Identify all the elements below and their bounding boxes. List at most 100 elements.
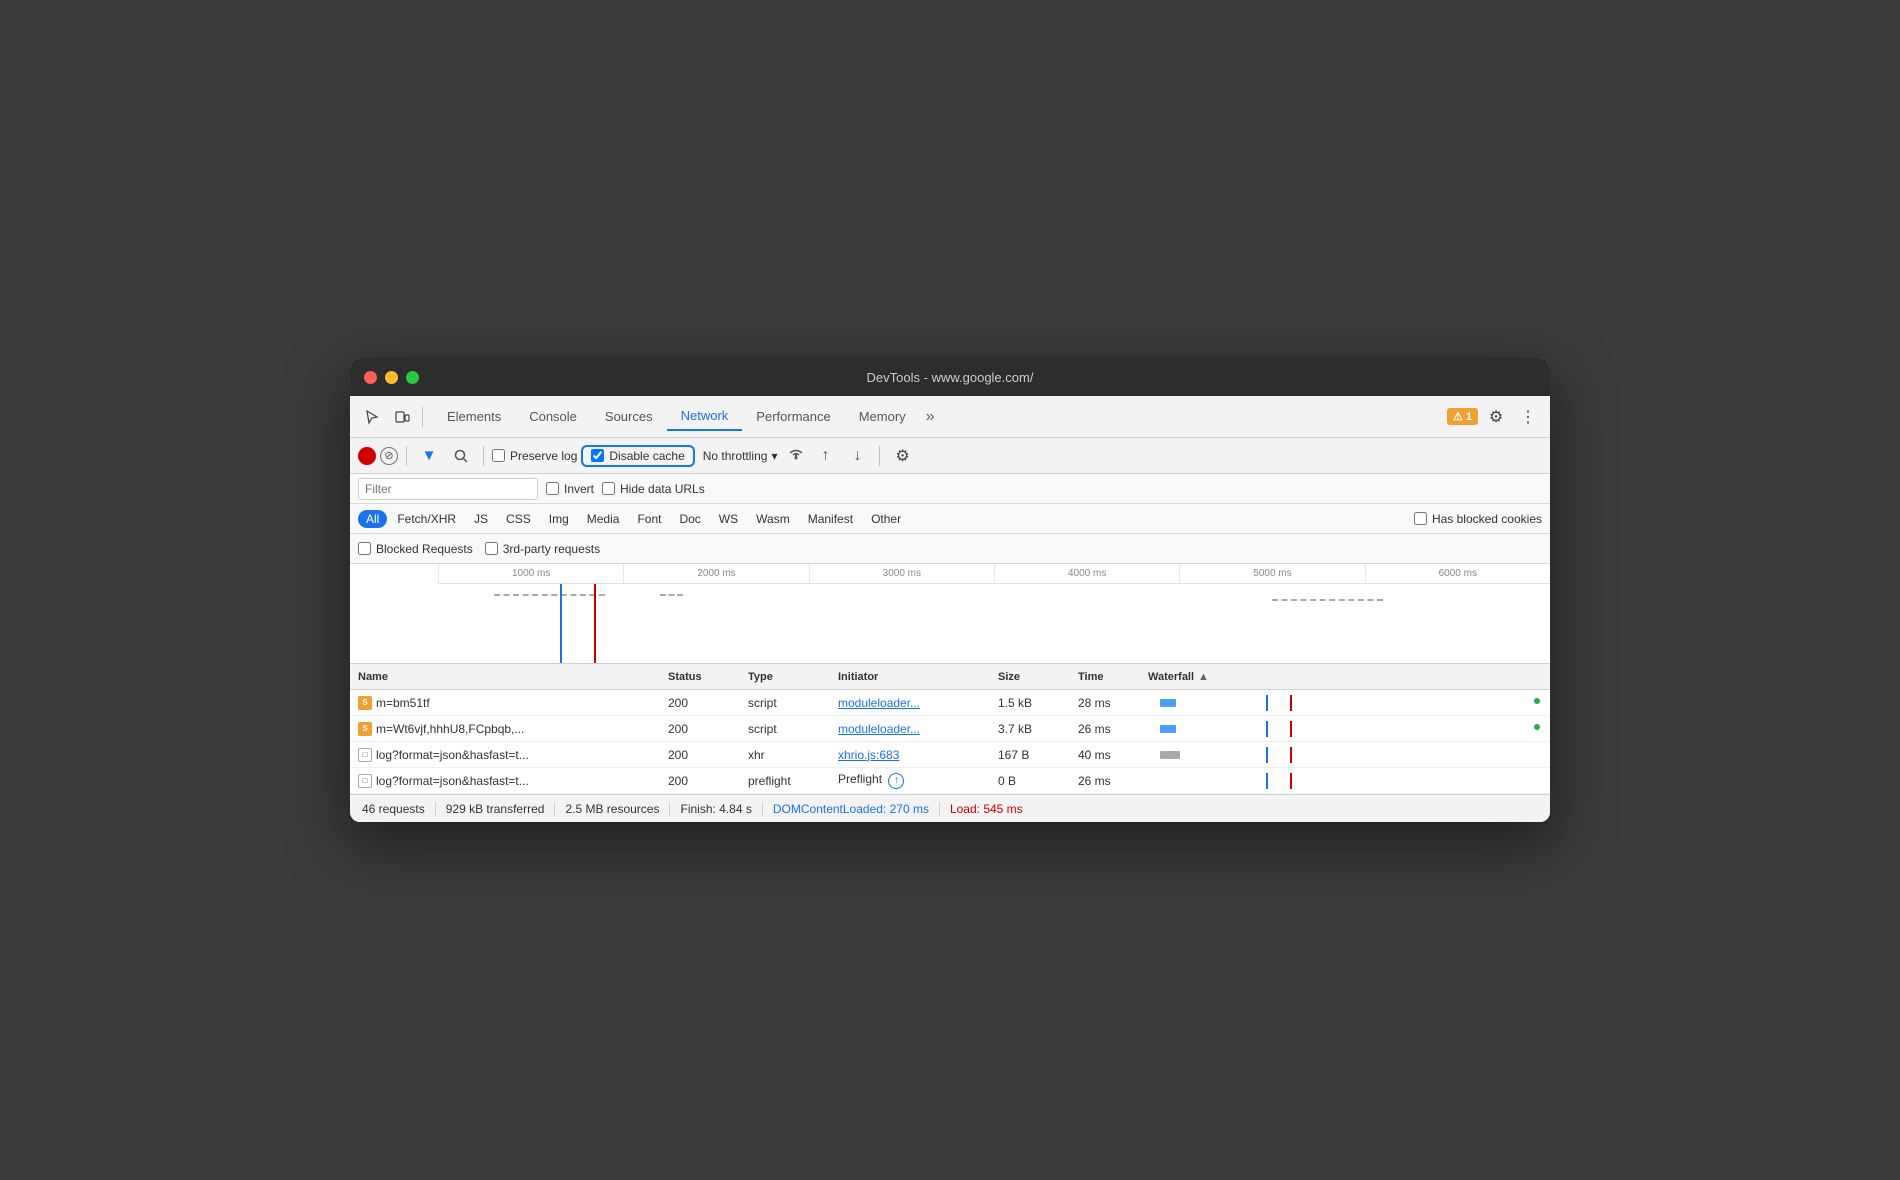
clear-button[interactable]: ⊘ bbox=[380, 447, 398, 465]
tab-more-button[interactable]: » bbox=[920, 404, 941, 430]
record-button[interactable] bbox=[358, 447, 376, 465]
notification-count: 1 bbox=[1466, 411, 1472, 423]
xhr-icon: □ bbox=[358, 774, 372, 788]
third-party-requests-label[interactable]: 3rd-party requests bbox=[485, 542, 600, 556]
device-icon bbox=[394, 409, 410, 425]
row-4-type: preflight bbox=[740, 774, 830, 788]
preserve-log-label[interactable]: Preserve log bbox=[492, 449, 577, 463]
header-status[interactable]: Status bbox=[660, 671, 740, 683]
table-row[interactable]: S m=Wt6vjf,hhhU8,FCpbqb,... 200 script m… bbox=[350, 716, 1550, 742]
wf-vline-blue-2 bbox=[1266, 721, 1268, 737]
disable-cache-wrapper: Disable cache bbox=[581, 445, 694, 467]
network-toolbar-divider-3 bbox=[879, 446, 880, 466]
tab-memory[interactable]: Memory bbox=[845, 403, 920, 430]
blocked-requests-checkbox[interactable] bbox=[358, 542, 371, 555]
hide-data-urls-checkbox[interactable] bbox=[602, 482, 615, 495]
row-4-size: 0 B bbox=[990, 774, 1070, 788]
minimize-button[interactable] bbox=[385, 371, 398, 384]
tab-performance[interactable]: Performance bbox=[742, 403, 844, 430]
inspect-element-button[interactable] bbox=[358, 403, 386, 431]
timeline-ruler: 1000 ms 2000 ms 3000 ms 4000 ms 5000 ms … bbox=[438, 564, 1550, 584]
devtools-window: DevTools - www.google.com/ Elements Cons… bbox=[350, 358, 1550, 822]
status-dom-content-loaded: DOMContentLoaded: 270 ms bbox=[763, 802, 940, 816]
network-settings-button[interactable]: ⚙ bbox=[888, 442, 916, 470]
row-2-name-cell: S m=Wt6vjf,hhhU8,FCpbqb,... bbox=[350, 722, 660, 736]
third-party-requests-checkbox[interactable] bbox=[485, 542, 498, 555]
header-name[interactable]: Name bbox=[350, 671, 660, 683]
filter-input[interactable] bbox=[358, 478, 538, 500]
dom-content-loaded-line bbox=[560, 584, 562, 663]
type-filter-bar: All Fetch/XHR JS CSS Img Media Font Doc … bbox=[350, 504, 1550, 534]
table-header: Name Status Type Initiator Size Time Wat… bbox=[350, 664, 1550, 690]
wf-vline-red-2 bbox=[1290, 721, 1292, 737]
row-2-size: 3.7 kB bbox=[990, 722, 1070, 736]
export-har-button[interactable]: ↓ bbox=[843, 442, 871, 470]
table-body: S m=bm51tf 200 script moduleloader... 1.… bbox=[350, 690, 1550, 794]
more-menu-button[interactable]: ⋮ bbox=[1514, 403, 1542, 431]
search-button[interactable] bbox=[447, 442, 475, 470]
type-filter-all[interactable]: All bbox=[358, 510, 387, 528]
row-2-status: 200 bbox=[660, 722, 740, 736]
type-filter-manifest[interactable]: Manifest bbox=[800, 510, 861, 528]
notification-badge[interactable]: ⚠ 1 bbox=[1447, 408, 1478, 425]
table-row[interactable]: □ log?format=json&hasfast=t... 200 prefl… bbox=[350, 768, 1550, 794]
type-filter-img[interactable]: Img bbox=[541, 510, 577, 528]
type-filter-ws[interactable]: WS bbox=[711, 510, 746, 528]
header-waterfall[interactable]: Waterfall ▲ bbox=[1140, 671, 1550, 683]
header-type[interactable]: Type bbox=[740, 671, 830, 683]
wf-vline-blue-1 bbox=[1266, 695, 1268, 711]
row-3-size: 167 B bbox=[990, 748, 1070, 762]
invert-label[interactable]: Invert bbox=[546, 482, 594, 496]
import-har-button[interactable]: ↑ bbox=[811, 442, 839, 470]
cursor-icon bbox=[364, 409, 380, 425]
close-button[interactable] bbox=[364, 371, 377, 384]
tab-network[interactable]: Network bbox=[667, 402, 743, 431]
status-resources: 2.5 MB resources bbox=[555, 802, 670, 816]
has-blocked-cookies-checkbox[interactable] bbox=[1414, 512, 1427, 525]
timeline-dashes-3 bbox=[1272, 599, 1383, 601]
settings-button[interactable]: ⚙ bbox=[1482, 403, 1510, 431]
throttle-select[interactable]: No throttling ▾ bbox=[699, 447, 782, 465]
ruler-mark-2: 2000 ms bbox=[623, 564, 808, 583]
type-filter-doc[interactable]: Doc bbox=[671, 510, 708, 528]
filter-button[interactable]: ▼ bbox=[415, 442, 443, 470]
timeline-dashes-1 bbox=[494, 594, 605, 596]
blocked-requests-label[interactable]: Blocked Requests bbox=[358, 542, 473, 556]
row-4-name-cell: □ log?format=json&hasfast=t... bbox=[350, 774, 660, 788]
type-filter-css[interactable]: CSS bbox=[498, 510, 539, 528]
wf-bar-1 bbox=[1160, 699, 1176, 707]
invert-checkbox[interactable] bbox=[546, 482, 559, 495]
header-initiator[interactable]: Initiator bbox=[830, 671, 990, 683]
tab-sources[interactable]: Sources bbox=[591, 403, 667, 430]
type-filter-other[interactable]: Other bbox=[863, 510, 909, 528]
js-icon: S bbox=[358, 722, 372, 736]
row-4-time: 26 ms bbox=[1070, 774, 1140, 788]
tab-elements[interactable]: Elements bbox=[433, 403, 515, 430]
type-filter-wasm[interactable]: Wasm bbox=[748, 510, 798, 528]
type-filter-fetch-xhr[interactable]: Fetch/XHR bbox=[389, 510, 464, 528]
tab-console[interactable]: Console bbox=[515, 403, 591, 430]
network-toolbar: ⊘ ▼ Preserve log Disable cache No thrott… bbox=[350, 438, 1550, 474]
type-filter-js[interactable]: JS bbox=[466, 510, 496, 528]
header-size[interactable]: Size bbox=[990, 671, 1070, 683]
device-toolbar-button[interactable] bbox=[388, 403, 416, 431]
table-row[interactable]: S m=bm51tf 200 script moduleloader... 1.… bbox=[350, 690, 1550, 716]
traffic-lights bbox=[364, 371, 419, 384]
type-filter-font[interactable]: Font bbox=[629, 510, 669, 528]
throttle-arrow-icon: ▾ bbox=[771, 449, 777, 463]
hide-data-urls-label[interactable]: Hide data URLs bbox=[602, 482, 705, 496]
type-filter-media[interactable]: Media bbox=[579, 510, 628, 528]
has-blocked-cookies-label[interactable]: Has blocked cookies bbox=[1414, 512, 1542, 526]
maximize-button[interactable] bbox=[406, 371, 419, 384]
row-1-name-cell: S m=bm51tf bbox=[350, 696, 660, 710]
disable-cache-label[interactable]: Disable cache bbox=[591, 449, 684, 463]
table-row[interactable]: □ log?format=json&hasfast=t... 200 xhr x… bbox=[350, 742, 1550, 768]
disable-cache-checkbox[interactable] bbox=[591, 449, 604, 462]
tab-bar: Elements Console Sources Network Perform… bbox=[429, 402, 1445, 431]
load-line bbox=[594, 584, 596, 663]
network-toolbar-divider-1 bbox=[406, 446, 407, 466]
status-requests: 46 requests bbox=[362, 802, 436, 816]
wf-vline-red-1 bbox=[1290, 695, 1292, 711]
preserve-log-checkbox[interactable] bbox=[492, 449, 505, 462]
header-time[interactable]: Time bbox=[1070, 671, 1140, 683]
